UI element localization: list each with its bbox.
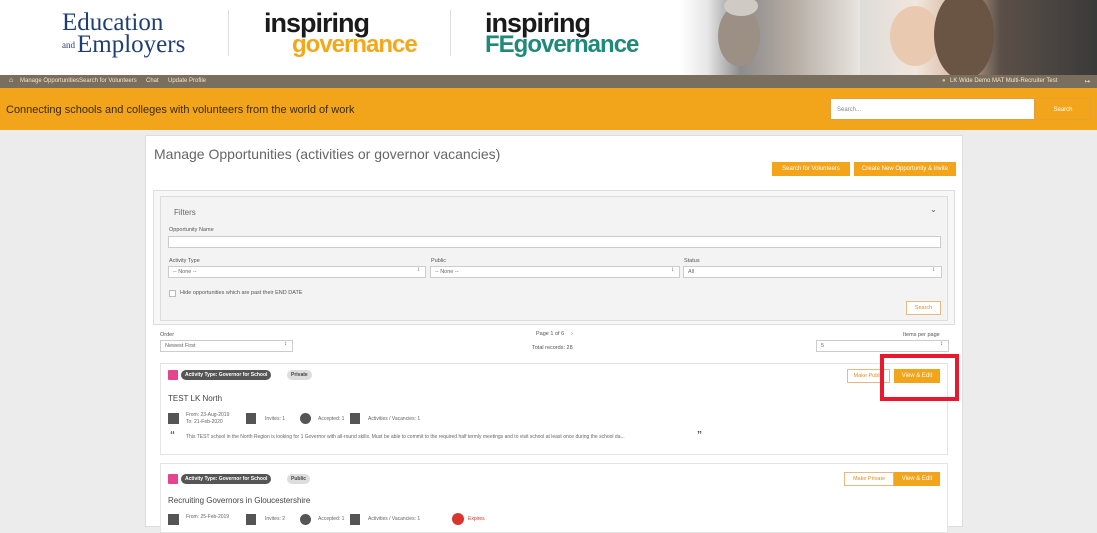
logo-divider bbox=[450, 10, 451, 56]
visibility-badge: Private bbox=[287, 370, 312, 380]
highlight-box bbox=[880, 354, 959, 401]
select-arrows-icon: ↕ bbox=[940, 341, 943, 347]
header-photo-man bbox=[680, 0, 790, 75]
header-photo-woman bbox=[860, 0, 1000, 75]
status-select[interactable]: All bbox=[683, 266, 942, 278]
logo-fe-b: FEgovernance bbox=[485, 31, 639, 58]
items-per-page-select[interactable]: 5 bbox=[816, 340, 949, 352]
to-date: To: 21-Feb-2020 bbox=[186, 419, 223, 425]
global-search-input[interactable]: Search... bbox=[830, 98, 1035, 120]
check-circle-icon bbox=[300, 413, 311, 424]
order-label: Order bbox=[160, 332, 175, 338]
page-title: Manage Opportunities (activities or gove… bbox=[154, 146, 501, 162]
layers-icon bbox=[350, 514, 360, 525]
total-records: Total records: 28 bbox=[532, 345, 573, 351]
home-icon[interactable]: ⌂ bbox=[9, 77, 13, 84]
activity-type-badge: Activity Type: Governor for School bbox=[181, 370, 272, 380]
make-private-button[interactable]: Make Private bbox=[844, 472, 894, 486]
inspiring-governance-logo[interactable]: inspiring governance bbox=[264, 10, 418, 57]
chevron-down-icon[interactable]: ⌄ bbox=[930, 205, 937, 214]
logout-icon[interactable]: ↦ bbox=[1085, 78, 1090, 85]
copies-icon bbox=[246, 413, 256, 424]
copies-icon bbox=[246, 514, 256, 525]
activities-count: Activities / Vacancies: 1 bbox=[368, 416, 421, 422]
opportunity-title[interactable]: Recruiting Governors in Gloucestershire bbox=[168, 496, 310, 505]
invites-count: Invites: 2 bbox=[265, 516, 286, 522]
invites-count: Invites: 1 bbox=[265, 416, 286, 422]
filters-panel bbox=[160, 196, 948, 321]
select-arrows-icon: ↕ bbox=[417, 267, 420, 273]
from-date: From: 25-Feb-2019 bbox=[186, 514, 230, 520]
filters-search-button[interactable]: Search bbox=[906, 301, 941, 315]
logo-divider bbox=[228, 10, 229, 56]
layers-icon bbox=[350, 413, 360, 424]
opportunity-card bbox=[160, 363, 948, 455]
select-arrows-icon: ↕ bbox=[284, 341, 287, 347]
header-photo-dark bbox=[1000, 0, 1097, 75]
opportunity-name-input[interactable] bbox=[168, 236, 941, 248]
opportunity-description: This TEST school in the North Region is … bbox=[186, 434, 625, 440]
tagline: Connecting schools and colleges with vol… bbox=[6, 104, 355, 116]
public-select[interactable]: -- None -- bbox=[430, 266, 680, 278]
nav-manage-opportunities[interactable]: Manage Opportunities bbox=[20, 78, 79, 84]
activities-count: Activities / Vacancies: 1 bbox=[368, 516, 421, 522]
next-page-icon[interactable]: › bbox=[571, 331, 573, 337]
inspiring-fe-governance-logo[interactable]: inspiring FEgovernance bbox=[485, 10, 639, 58]
check-circle-icon bbox=[300, 514, 311, 525]
nav-chat[interactable]: Chat bbox=[146, 78, 159, 84]
activity-type-badge: Activity Type: Governor for School bbox=[181, 474, 272, 484]
alarm-clock-icon bbox=[168, 370, 178, 380]
header-photo-bg bbox=[790, 0, 860, 75]
accepted-count: Accepted: 1 bbox=[318, 516, 345, 522]
global-search-button[interactable]: Search bbox=[1035, 98, 1091, 120]
from-date: From: 23-Aug-2019 bbox=[186, 412, 230, 418]
status-label: Status bbox=[684, 258, 700, 264]
nav-update-profile[interactable]: Update Profile bbox=[168, 78, 206, 84]
page-info: Page 1 of 6 bbox=[536, 331, 565, 337]
opportunity-name-label: Opportunity Name bbox=[169, 227, 214, 233]
view-edit-button[interactable]: View & Edit bbox=[894, 472, 940, 486]
calendar-icon bbox=[168, 413, 179, 424]
education-employers-logo[interactable]: Education andEmployers bbox=[62, 10, 186, 58]
nav-user-name[interactable]: LK Wide Demo MAT Multi-Recruiter Test bbox=[950, 78, 1057, 84]
opportunity-title[interactable]: TEST LK North bbox=[168, 394, 222, 403]
activity-type-label: Activity Type bbox=[169, 258, 200, 264]
items-per-page-label: Items per page bbox=[903, 332, 940, 338]
nav-search-volunteers[interactable]: Search for Volunteers bbox=[79, 78, 137, 84]
logo-ee-bottom: Employers bbox=[77, 31, 186, 58]
quote-open-icon: “ bbox=[170, 430, 175, 441]
visibility-badge: Public bbox=[287, 474, 311, 484]
top-nav: ⌂ Manage Opportunities Search for Volunt… bbox=[0, 75, 1097, 88]
alert-icon bbox=[452, 513, 464, 525]
hide-past-checkbox[interactable] bbox=[169, 290, 176, 297]
header-banner: Education andEmployers inspiring governa… bbox=[0, 0, 1097, 75]
hide-past-label: Hide opportunities which are past their … bbox=[180, 290, 303, 296]
public-label: Public bbox=[431, 258, 446, 264]
user-icon: ● bbox=[942, 78, 946, 84]
calendar-icon bbox=[168, 514, 179, 525]
select-arrows-icon: ↕ bbox=[671, 267, 674, 273]
filters-heading: Filters bbox=[174, 208, 196, 217]
accepted-count: Accepted: 1 bbox=[318, 416, 345, 422]
select-arrows-icon: ↕ bbox=[932, 267, 935, 273]
create-opportunity-button[interactable]: Create New Opportunity & Invite bbox=[854, 162, 956, 176]
alarm-clock-icon bbox=[168, 474, 178, 484]
search-volunteers-button[interactable]: Search for Volunteers bbox=[772, 162, 850, 176]
order-select[interactable]: Newest First bbox=[160, 340, 293, 352]
logo-ee-and: and bbox=[62, 40, 75, 50]
activity-type-select[interactable]: -- None -- bbox=[168, 266, 426, 278]
expires-label: Expires bbox=[468, 516, 485, 522]
quote-close-icon: ” bbox=[697, 430, 702, 441]
